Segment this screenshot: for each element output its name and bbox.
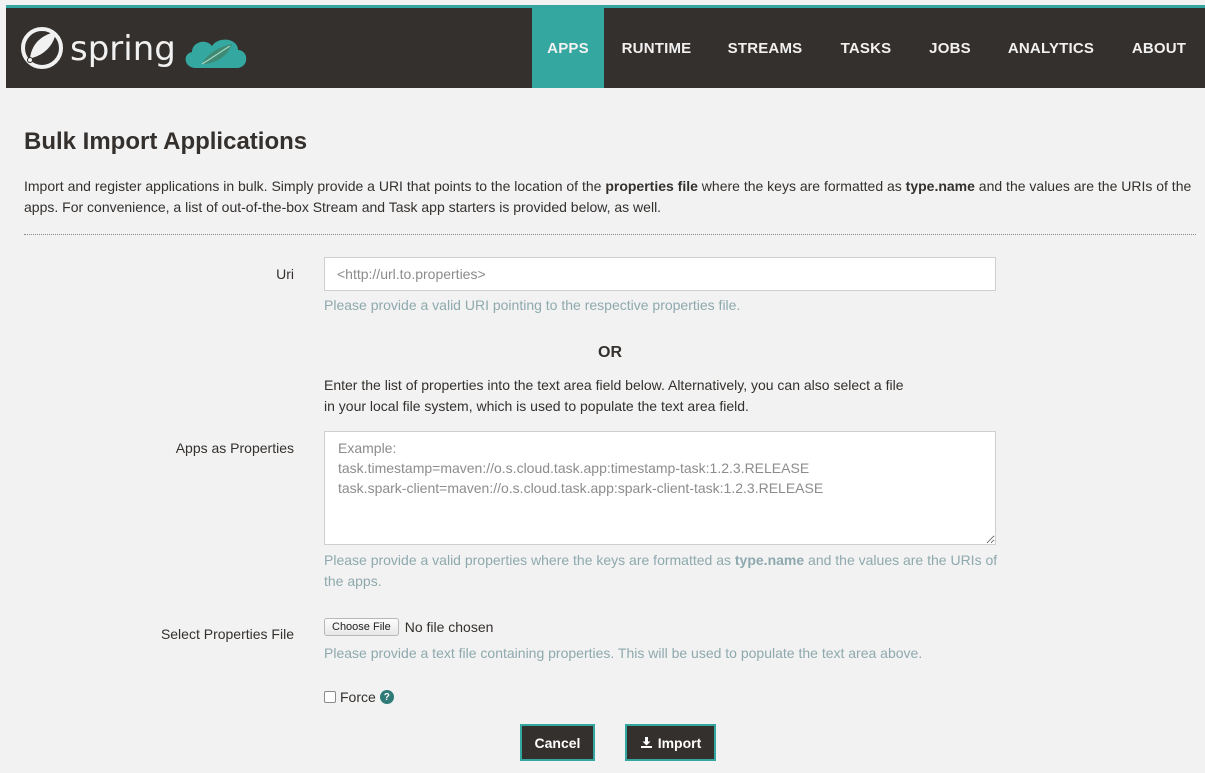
or-separator: OR [598,344,622,361]
import-icon [640,737,652,748]
apps-help-bold: type.name [734,552,805,568]
nav-item-label: RUNTIME [621,39,692,57]
uri-label: Uri [276,266,294,282]
question-circle-icon[interactable]: ? [379,690,394,704]
intro-text: Import and register applications in bulk… [24,176,1196,218]
navbar: spring APPS RUNTIME STREAMS TASKS JOBS A… [6,8,1205,88]
file-status-text: No file chosen [404,619,494,635]
uri-input[interactable] [324,257,996,291]
nav-item-label: APPS [547,39,589,57]
brand[interactable]: spring [6,8,426,88]
nav-item-jobs[interactable]: JOBS [911,8,989,88]
force-checkbox[interactable] [324,691,336,703]
apps-properties-textarea[interactable] [324,431,996,545]
nav-item-tasks[interactable]: TASKS [821,8,911,88]
spring-cloud-leaf-icon [185,39,247,68]
cancel-button[interactable]: Cancel [520,724,595,761]
nav-item-label: ABOUT [1131,39,1187,57]
choose-file-button[interactable]: Choose File [324,618,399,636]
file-help-text: Please provide a text file containing pr… [324,645,923,661]
section-divider [24,234,1196,235]
intro-part-2: where the keys are formatted as [697,178,906,194]
nav-item-label: JOBS [929,39,971,57]
instructions-text: Enter the list of properties into the te… [324,377,904,414]
force-label: Force [340,689,376,705]
apps-help-text: Please provide a valid properties where … [324,550,1004,592]
intro-bold-type-name: type.name [905,178,975,194]
brand-name: spring [70,29,176,69]
nav-item-streams[interactable]: STREAMS [709,8,821,88]
nav-item-label: TASKS [840,39,892,57]
nav-item-about[interactable]: ABOUT [1113,8,1205,88]
nav-item-apps[interactable]: APPS [532,8,604,88]
apps-help-part-1: Please provide a valid properties where … [324,552,735,568]
select-properties-file-label: Select Properties File [160,626,294,642]
nav-item-label: ANALYTICS [1007,39,1095,57]
cancel-label: Cancel [534,734,581,751]
top-accent-strip [0,0,1205,8]
nav-item-label: STREAMS [727,39,803,57]
page-title: Bulk Import Applications [24,128,308,155]
import-button[interactable]: Import [625,724,716,761]
intro-part-1: Import and register applications in bulk… [24,178,606,194]
spring-leaf-logo-icon: spring [21,27,247,69]
intro-bold-properties-file: properties file [605,178,698,194]
main-nav: APPS RUNTIME STREAMS TASKS JOBS ANALYTIC… [532,8,1205,88]
uri-help-text: Please provide a valid URI pointing to t… [324,297,741,313]
force-row: Force ? [324,689,394,705]
apps-as-properties-label: Apps as Properties [175,440,294,456]
nav-item-analytics[interactable]: ANALYTICS [989,8,1113,88]
file-chooser: Choose File No file chosen [324,618,493,636]
nav-item-runtime[interactable]: RUNTIME [604,8,709,88]
import-label: Import [657,734,702,751]
